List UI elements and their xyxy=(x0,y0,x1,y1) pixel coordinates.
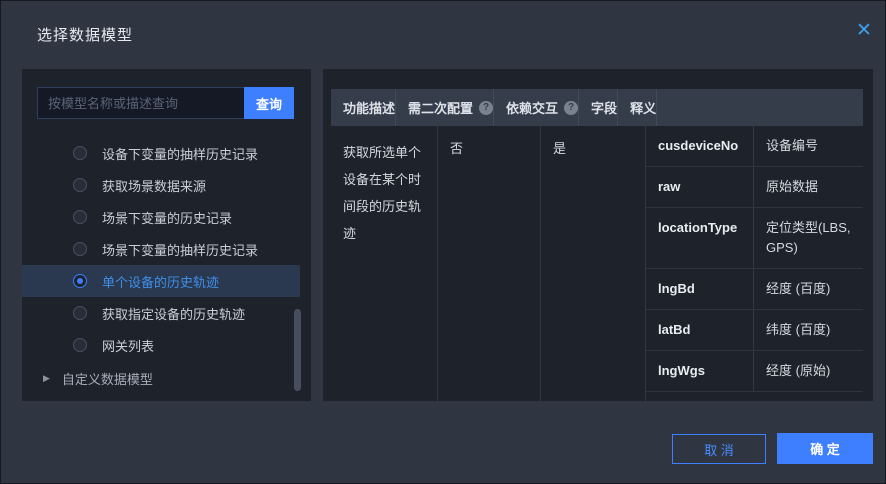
fields-column: cusdeviceNo 设备编号 raw 原始数据 locationType 定… xyxy=(646,126,863,401)
model-item-label: 网关列表 xyxy=(102,336,154,355)
table-header-row: 功能描述 需二次配置 ? 依赖交互 ? 字段 xyxy=(331,89,863,126)
radio-icon[interactable] xyxy=(73,242,87,256)
table-header-cell: 依赖交互 ? xyxy=(494,89,579,126)
field-row: raw 原始数据 xyxy=(646,167,863,208)
model-list-item[interactable]: 场景下变量的历史记录 xyxy=(22,201,300,233)
chevron-right-icon[interactable]: ▶ xyxy=(43,373,50,384)
field-row-clipped xyxy=(646,392,863,401)
radio-icon[interactable] xyxy=(73,178,87,192)
model-detail-panel: 功能描述 需二次配置 ? 依赖交互 ? 字段 xyxy=(323,69,873,401)
field-meaning-cell: 经度 (原始) xyxy=(754,351,863,391)
field-meaning-cell: 原始数据 xyxy=(754,167,863,207)
model-detail-table: 功能描述 需二次配置 ? 依赖交互 ? 字段 xyxy=(331,89,863,401)
scrollbar-thumb[interactable] xyxy=(294,309,301,391)
help-icon[interactable]: ? xyxy=(564,101,578,115)
search-query-button[interactable]: 查询 xyxy=(244,87,294,119)
table-header-cell: 需二次配置 ? xyxy=(396,89,494,126)
dialog-title: 选择数据模型 xyxy=(37,24,133,45)
table-header-cell: 释义 xyxy=(618,89,657,126)
table-header-label: 需二次配置 xyxy=(408,98,473,117)
table-header-label: 依赖交互 xyxy=(506,98,558,117)
model-list-item[interactable]: 获取场景数据来源 xyxy=(22,169,300,201)
field-name-cell: raw xyxy=(646,167,754,207)
confirm-button[interactable]: 确 定 xyxy=(777,433,873,464)
radio-icon[interactable] xyxy=(73,338,87,352)
table-header-cell: 功能描述 xyxy=(331,89,396,126)
cancel-button[interactable]: 取 消 xyxy=(672,434,766,464)
model-list-item[interactable]: 设备下变量的抽样历史记录 xyxy=(22,137,300,169)
model-list-item[interactable]: 单个设备的历史轨迹 xyxy=(22,265,300,297)
help-icon[interactable]: ? xyxy=(479,101,493,115)
field-name-cell: lngWgs xyxy=(646,351,754,391)
table-header-label: 释义 xyxy=(630,98,656,117)
field-name-cell: locationType xyxy=(646,208,754,268)
model-item-label: 场景下变量的抽样历史记录 xyxy=(102,240,258,259)
model-list-item[interactable]: 获取指定设备的历史轨迹 xyxy=(22,297,300,329)
tree-node-label: 自定义数据模型 xyxy=(62,369,153,388)
depends-interaction-cell: 是 xyxy=(541,126,646,401)
requires-config-cell: 否 xyxy=(438,126,541,401)
model-list-item[interactable]: 网关列表 xyxy=(22,329,300,361)
radio-icon[interactable] xyxy=(73,146,87,160)
field-row: cusdeviceNo 设备编号 xyxy=(646,126,863,167)
field-row: lngWgs 经度 (原始) xyxy=(646,351,863,392)
select-data-model-dialog: 选择数据模型 ✕ 查询 设备下变量的抽样历史记录 获取场景数据来源 xyxy=(0,0,886,484)
radio-icon[interactable] xyxy=(73,306,87,320)
model-search-input[interactable] xyxy=(37,87,244,119)
model-list: 设备下变量的抽样历史记录 获取场景数据来源 场景下变量的历史记录 场景下变量的抽… xyxy=(22,137,311,393)
model-item-label: 获取场景数据来源 xyxy=(102,176,206,195)
table-body: 获取所选单个设备在某个时间段的历史轨迹 否 是 cusdeviceNo 设备编号… xyxy=(331,126,863,401)
field-meaning-cell: 纬度 (百度) xyxy=(754,310,863,350)
tree-node-custom-models[interactable]: ▶ 自定义数据模型 xyxy=(22,363,311,393)
table-header-label: 字段 xyxy=(591,98,617,117)
model-item-label: 场景下变量的历史记录 xyxy=(102,208,232,227)
field-meaning-cell: 设备编号 xyxy=(754,126,863,166)
field-row: lngBd 经度 (百度) xyxy=(646,269,863,310)
radio-icon[interactable] xyxy=(73,274,87,288)
model-item-label: 单个设备的历史轨迹 xyxy=(102,272,219,291)
radio-icon[interactable] xyxy=(73,210,87,224)
table-header-cell: 字段 xyxy=(579,89,618,126)
field-meaning-cell: 经度 (百度) xyxy=(754,269,863,309)
model-item-label: 设备下变量的抽样历史记录 xyxy=(102,144,258,163)
field-name-cell: latBd xyxy=(646,310,754,350)
table-header-label: 功能描述 xyxy=(343,98,395,117)
field-meaning-cell: 定位类型(LBS, GPS) xyxy=(754,208,863,268)
field-name-cell: cusdeviceNo xyxy=(646,126,754,166)
model-list-panel: 查询 设备下变量的抽样历史记录 获取场景数据来源 场景下变量的历史记录 xyxy=(22,69,311,401)
function-description-cell: 获取所选单个设备在某个时间段的历史轨迹 xyxy=(331,126,438,401)
model-item-label: 获取指定设备的历史轨迹 xyxy=(102,304,245,323)
field-row: latBd 纬度 (百度) xyxy=(646,310,863,351)
field-name-cell: lngBd xyxy=(646,269,754,309)
search-bar: 查询 xyxy=(37,87,294,119)
close-icon[interactable]: ✕ xyxy=(852,19,876,43)
model-list-item[interactable]: 场景下变量的抽样历史记录 xyxy=(22,233,300,265)
field-row: locationType 定位类型(LBS, GPS) xyxy=(646,208,863,269)
